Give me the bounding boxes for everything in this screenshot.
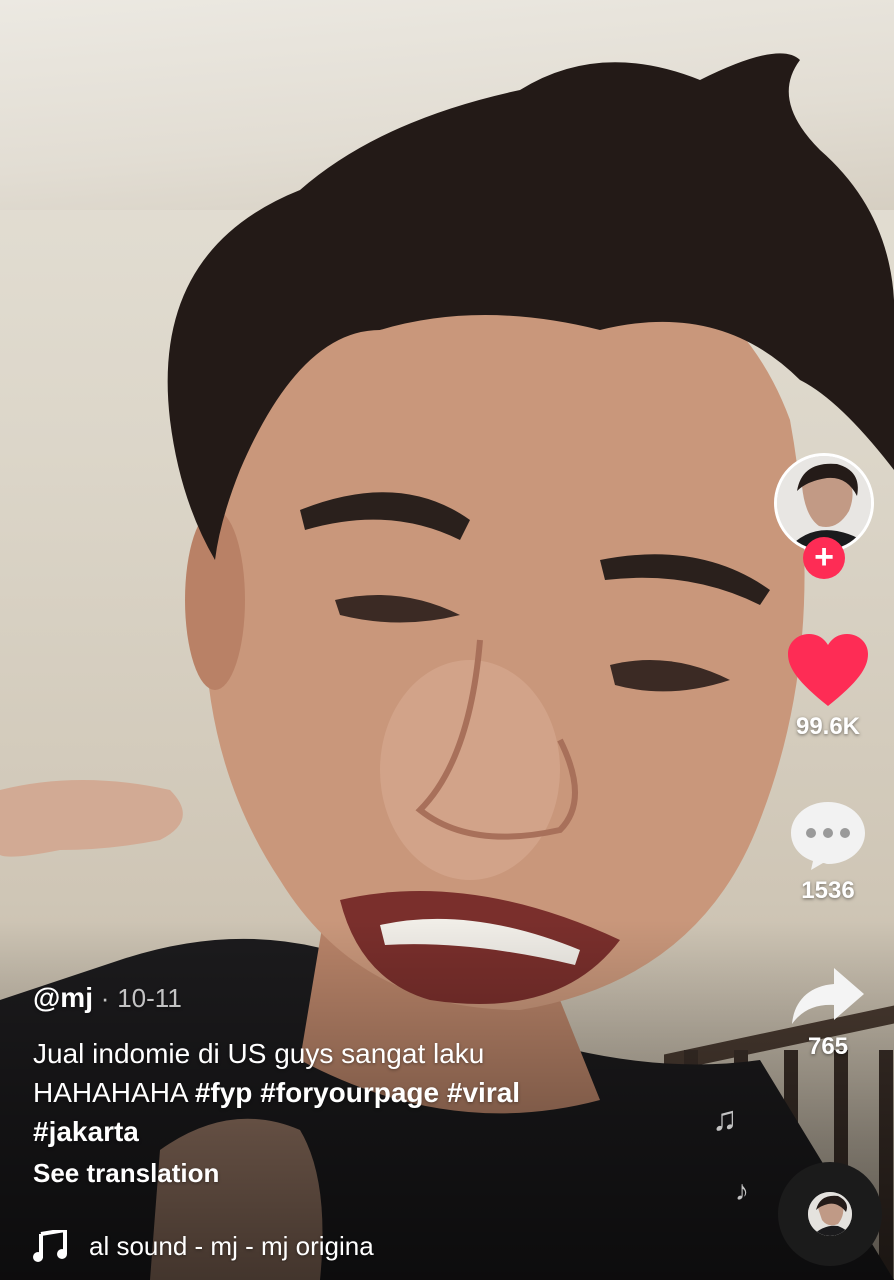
music-note-icon xyxy=(33,1230,67,1262)
heart-icon xyxy=(788,634,868,706)
see-translation-link[interactable]: See translation xyxy=(33,1158,219,1189)
avatar-image xyxy=(777,456,871,550)
comment-count: 1536 xyxy=(801,877,855,904)
like-count: 99.6K xyxy=(795,713,861,740)
creator-username[interactable]: @mj xyxy=(33,982,93,1013)
like-button[interactable]: 99.6K xyxy=(768,634,888,741)
music-info[interactable]: al sound - mj - mj origina xyxy=(33,1226,425,1266)
hashtag-jakarta[interactable]: #jakarta xyxy=(33,1116,139,1147)
follow-button[interactable]: + xyxy=(803,537,845,579)
hashtag-fyp[interactable]: #fyp xyxy=(195,1077,253,1108)
separator-dot: · xyxy=(100,983,110,1013)
post-date: 10-11 xyxy=(117,983,182,1013)
comment-button[interactable]: 1536 xyxy=(768,800,888,905)
floating-note-icon-small: ♪ xyxy=(735,1175,749,1206)
share-count: 765 xyxy=(807,1033,849,1060)
music-disc[interactable] xyxy=(778,1162,882,1266)
comment-bubble-icon xyxy=(791,802,865,870)
creator-info[interactable]: @mj · 10-11 xyxy=(33,982,182,1014)
floating-note-icon: ♫ xyxy=(712,1100,738,1138)
share-button[interactable]: 765 xyxy=(768,966,888,1061)
share-arrow-icon xyxy=(792,968,864,1024)
post-description: Jual indomie di US guys sangat laku HAHA… xyxy=(33,1034,593,1151)
disc-cover-image xyxy=(808,1192,852,1236)
hashtag-foryourpage[interactable]: #foryourpage xyxy=(260,1077,439,1108)
music-title: al sound - mj - mj origina xyxy=(89,1230,374,1261)
hashtag-viral[interactable]: #viral xyxy=(447,1077,520,1108)
